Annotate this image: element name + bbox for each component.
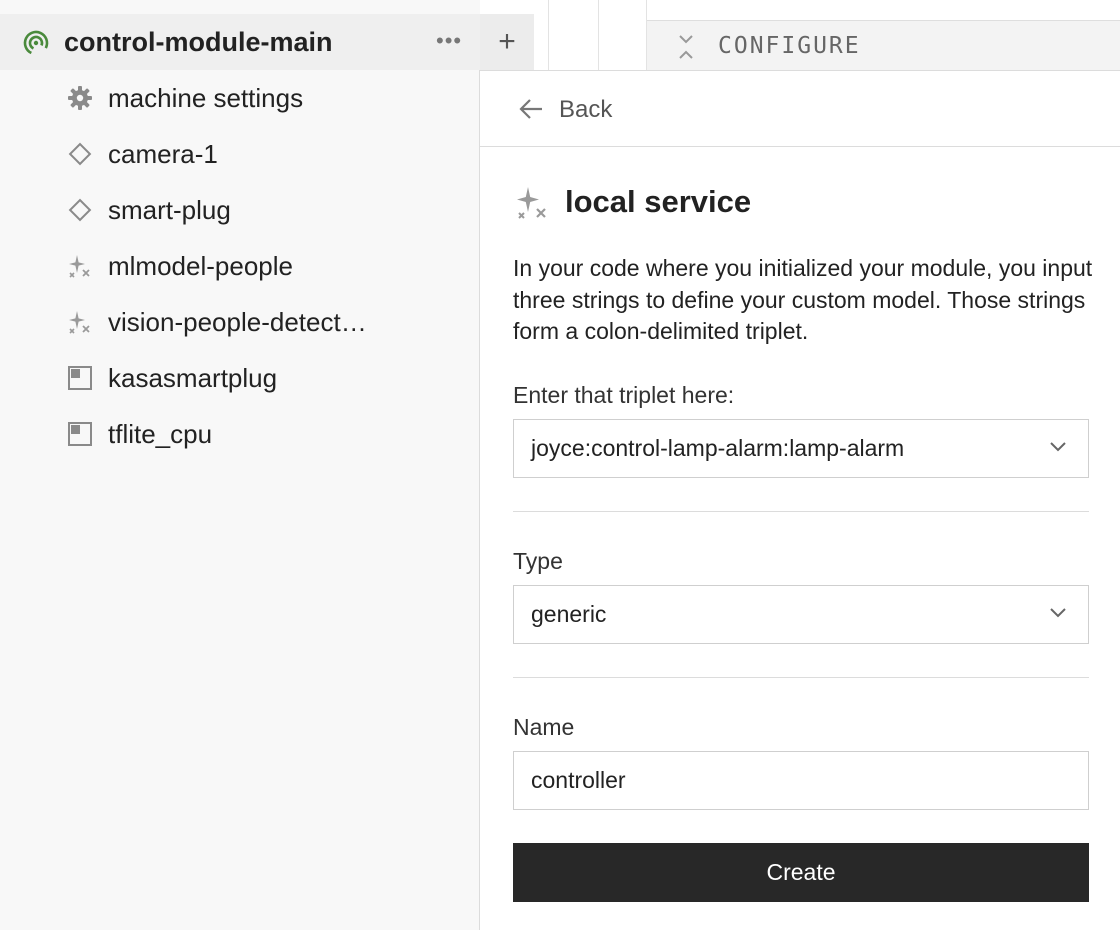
- name-label: Name: [513, 714, 575, 740]
- description: In your code where you initialized your …: [513, 255, 1093, 344]
- module-icon: [66, 420, 94, 448]
- divider: [598, 0, 599, 70]
- sidebar-item-label: kasasmartplug: [108, 362, 278, 393]
- sidebar-item-machine-settings[interactable]: machine settings: [66, 78, 303, 118]
- back-button[interactable]: Back: [480, 71, 1120, 147]
- arrow-left-icon: [519, 99, 542, 119]
- back-label: Back: [559, 96, 613, 123]
- divider: [548, 0, 549, 70]
- sidebar-item-mlmodel-people[interactable]: mlmodel-people: [66, 246, 293, 286]
- sidebar: control-module-main ••• + machine settin…: [0, 0, 534, 930]
- type-value: generic: [531, 601, 607, 627]
- gear-icon: [66, 84, 94, 112]
- add-component-button[interactable]: +: [480, 14, 534, 70]
- sidebar-item-camera-1[interactable]: camera-1: [66, 134, 218, 174]
- more-options-icon[interactable]: •••: [436, 30, 462, 52]
- chevron-down-icon: [1050, 442, 1066, 452]
- sidebar-item-label: mlmodel-people: [108, 250, 293, 281]
- sidebar-item-tflite-cpu[interactable]: tflite_cpu: [66, 414, 212, 454]
- triplet-select[interactable]: joyce:control-lamp-alarm:lamp-alarm: [513, 419, 1089, 478]
- online-status-icon: [23, 30, 49, 56]
- machine-row[interactable]: control-module-main •••: [0, 14, 480, 70]
- type-select[interactable]: generic: [513, 585, 1089, 644]
- name-input[interactable]: [513, 751, 1089, 810]
- divider: [513, 677, 1089, 678]
- triplet-label: Enter that triplet here:: [513, 382, 735, 408]
- sidebar-item-label: smart-plug: [108, 194, 231, 225]
- sidebar-item-smart-plug[interactable]: smart-plug: [66, 190, 231, 230]
- diamond-icon: [66, 140, 94, 168]
- machine-name: control-module-main: [64, 27, 333, 57]
- triplet-value: joyce:control-lamp-alarm:lamp-alarm: [531, 435, 905, 461]
- module-icon: [66, 364, 94, 392]
- sidebar-item-label: machine settings: [108, 82, 304, 113]
- type-label: Type: [513, 548, 563, 574]
- collapse-icon[interactable]: [676, 34, 696, 60]
- page-title: local service: [565, 184, 752, 219]
- sidebar-item-vision-people-detect[interactable]: vision-people-detect…: [66, 302, 367, 342]
- divider: [513, 511, 1089, 512]
- diamond-icon: [66, 196, 94, 224]
- sidebar-item-label: camera-1: [108, 138, 218, 169]
- sparkle-icon: [66, 308, 94, 336]
- add-service-panel: Back local service In your code where yo…: [479, 70, 1120, 930]
- sidebar-item-label: vision-people-detect…: [108, 306, 367, 337]
- sidebar-item-label: tflite_cpu: [108, 418, 213, 449]
- configure-label: CONFIGURE: [718, 33, 861, 59]
- sparkle-icon: [66, 252, 94, 280]
- sparkle-icon: [517, 187, 546, 219]
- create-button[interactable]: Create: [513, 843, 1089, 902]
- sidebar-item-kasasmartplug[interactable]: kasasmartplug: [66, 358, 277, 398]
- chevron-down-icon: [1050, 608, 1066, 618]
